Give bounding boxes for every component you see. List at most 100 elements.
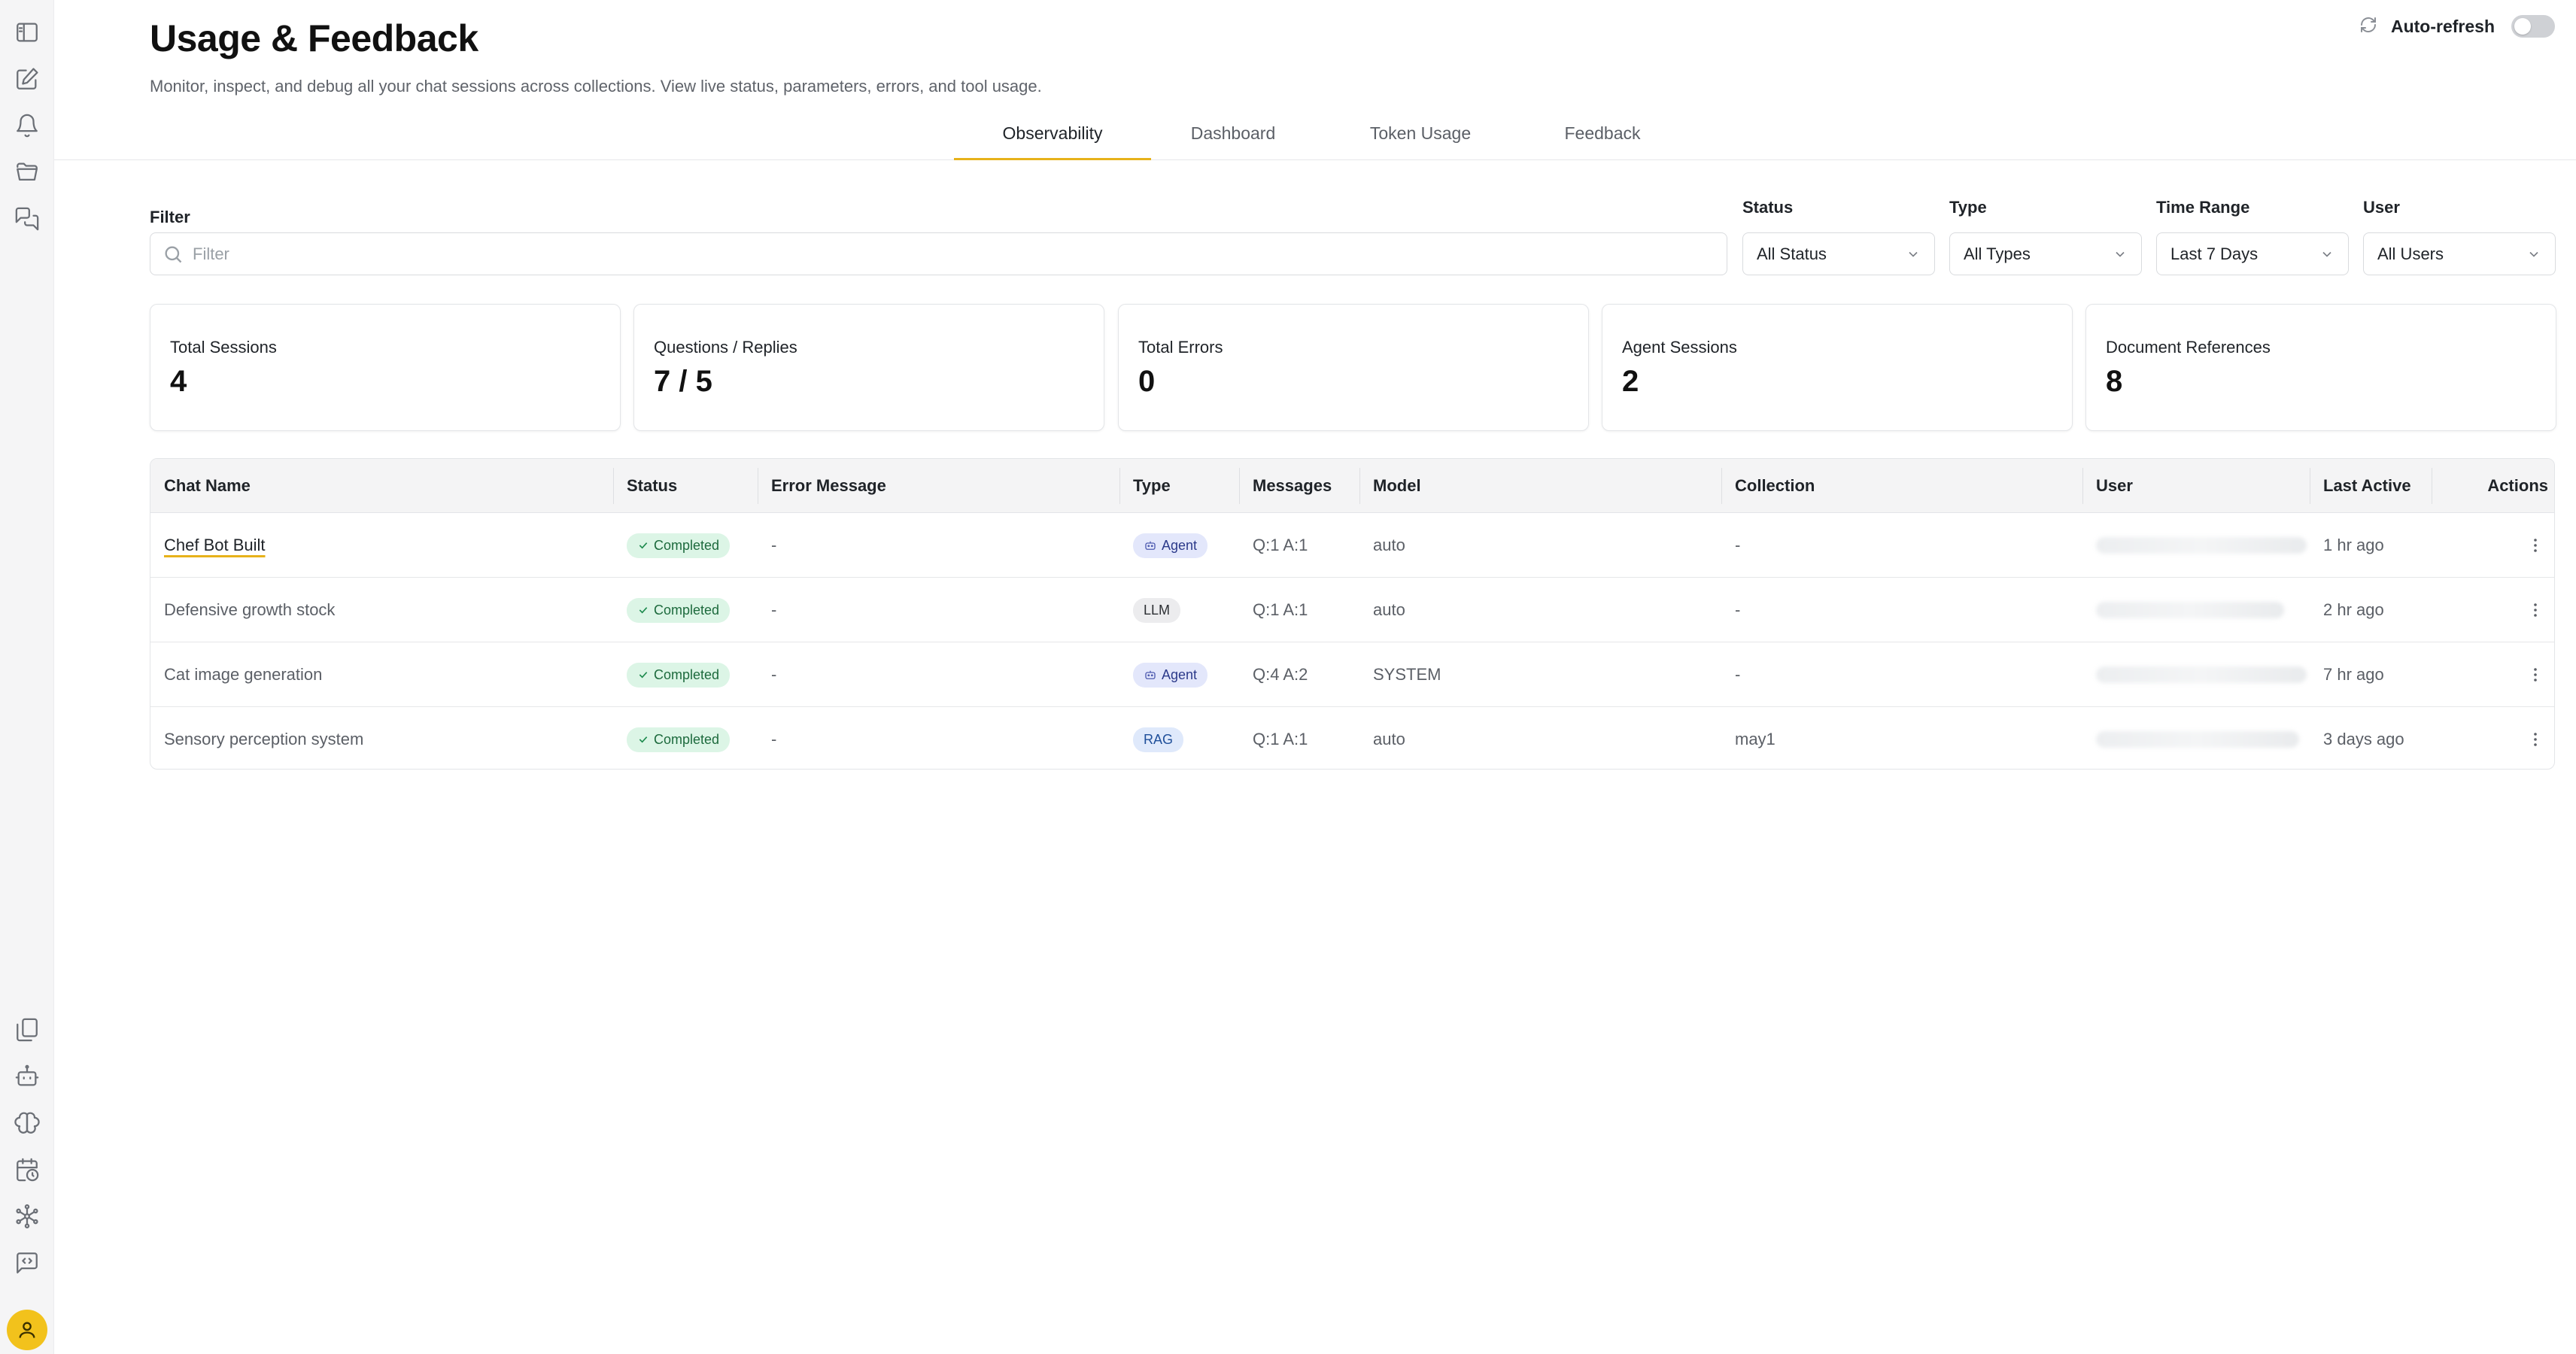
redacted-user	[2096, 602, 2284, 618]
auto-refresh-label: Auto-refresh	[2390, 16, 2495, 36]
code-message-icon[interactable]	[9, 1245, 45, 1281]
status-badge-label: Completed	[654, 731, 720, 747]
documents-icon[interactable]	[9, 1012, 45, 1048]
more-actions-icon[interactable]	[2513, 707, 2544, 769]
stat-value: 2	[1622, 365, 1639, 398]
type-badge-label: Agent	[1162, 537, 1198, 553]
column-header-status[interactable]: Status	[613, 459, 677, 513]
time-range-filter-label: Time Range	[2156, 198, 2250, 217]
column-header-collection[interactable]: Collection	[1721, 459, 1815, 513]
tab-dashboard[interactable]: Dashboard	[1151, 123, 1315, 160]
status-badge: Completed	[627, 727, 731, 752]
collection-cell: -	[1735, 600, 1741, 619]
calendar-clock-icon[interactable]	[9, 1152, 45, 1188]
chat-name[interactable]: Sensory perception system	[164, 730, 363, 749]
collection-cell: -	[1735, 665, 1741, 684]
stat-label: Total Errors	[1138, 338, 1223, 357]
messages-cell: Q:4 A:2	[1253, 665, 1308, 684]
stat-label: Total Sessions	[170, 338, 277, 357]
time-range-select-value: Last 7 Days	[2170, 244, 2259, 263]
table-row[interactable]: Defensive growth stock Completed - LLM Q…	[150, 578, 2554, 642]
sidebar-toggle-icon[interactable]	[9, 14, 45, 50]
status-select-value: All Status	[1757, 244, 1827, 263]
column-header-error-message[interactable]: Error Message	[758, 459, 886, 513]
type-badge-label: Agent	[1162, 666, 1198, 682]
column-header-messages[interactable]: Messages	[1239, 459, 1332, 513]
user-select[interactable]: All Users	[2363, 232, 2556, 275]
table-row[interactable]: Cat image generation Completed - Agent Q…	[150, 642, 2554, 707]
network-icon[interactable]	[9, 1198, 45, 1234]
stat-card-document-references: Document References 8	[2085, 304, 2556, 431]
robot-icon	[1145, 541, 1156, 550]
stat-card-questions-replies: Questions / Replies 7 / 5	[633, 304, 1104, 431]
bell-icon[interactable]	[9, 108, 45, 144]
filter-input[interactable]	[193, 244, 1622, 264]
type-select[interactable]: All Types	[1949, 232, 2142, 275]
model-cell: auto	[1373, 730, 1405, 748]
stat-card-total-sessions: Total Sessions 4	[150, 304, 621, 431]
stat-label: Agent Sessions	[1622, 338, 1737, 357]
chat-name[interactable]: Cat image generation	[164, 665, 322, 685]
left-sidebar	[0, 0, 54, 1354]
check-icon	[639, 736, 648, 743]
chevron-down-icon	[1909, 251, 1918, 257]
redacted-user	[2096, 666, 2307, 683]
last-active-cell: 2 hr ago	[2323, 600, 2384, 619]
last-active-cell: 7 hr ago	[2323, 665, 2384, 684]
refresh-icon[interactable]	[2359, 16, 2377, 38]
column-header-chat-name[interactable]: Chat Name	[150, 459, 251, 513]
chat-name-link[interactable]: Chef Bot Built	[164, 536, 266, 555]
stat-label: Document References	[2106, 338, 2271, 357]
messages-cell: Q:1 A:1	[1253, 600, 1308, 619]
model-cell: auto	[1373, 600, 1405, 619]
toggle-knob	[2514, 18, 2531, 35]
tab-feedback[interactable]: Feedback	[1526, 123, 1679, 160]
status-select[interactable]: All Status	[1742, 232, 1935, 275]
filter-label: Filter	[150, 208, 190, 226]
folder-icon[interactable]	[9, 154, 45, 190]
stat-card-total-errors: Total Errors 0	[1118, 304, 1589, 431]
robot-icon	[1145, 670, 1156, 679]
more-actions-icon[interactable]	[2513, 513, 2544, 578]
table-header: Chat Name Status Error Message Type Mess…	[150, 459, 2554, 513]
column-header-model[interactable]: Model	[1359, 459, 1421, 513]
sessions-table: Chat Name Status Error Message Type Mess…	[150, 458, 2555, 770]
chat-bubbles-icon[interactable]	[9, 201, 45, 237]
check-icon	[639, 542, 648, 549]
column-header-last-active[interactable]: Last Active	[2310, 459, 2411, 513]
column-header-type[interactable]: Type	[1119, 459, 1171, 513]
status-filter-label: Status	[1742, 198, 1794, 217]
stat-label: Questions / Replies	[654, 338, 797, 357]
table-row[interactable]: Chef Bot Built Completed - Agent Q:1 A:1…	[150, 513, 2554, 578]
filter-search-box	[150, 232, 1727, 275]
time-range-select[interactable]: Last 7 Days	[2156, 232, 2349, 275]
more-actions-icon[interactable]	[2513, 578, 2544, 642]
tab-observability[interactable]: Observability	[954, 123, 1151, 160]
check-icon	[639, 672, 648, 679]
auto-refresh-toggle[interactable]	[2511, 15, 2555, 38]
robot-icon[interactable]	[9, 1058, 45, 1094]
model-cell: auto	[1373, 536, 1405, 554]
error-message-cell: -	[771, 665, 777, 684]
type-select-value: All Types	[1964, 244, 2031, 263]
type-badge: RAG	[1133, 727, 1184, 752]
chat-name[interactable]: Defensive growth stock	[164, 600, 335, 620]
stat-card-agent-sessions: Agent Sessions 2	[1602, 304, 2073, 431]
tab-token-usage[interactable]: Token Usage	[1315, 123, 1526, 160]
user-avatar[interactable]	[7, 1310, 47, 1350]
redacted-user	[2096, 731, 2299, 748]
column-header-actions: Actions	[2487, 476, 2548, 495]
edit-icon[interactable]	[9, 61, 45, 97]
table-row[interactable]: Sensory perception system Completed - RA…	[150, 707, 2554, 769]
status-badge-label: Completed	[654, 537, 720, 553]
more-actions-icon[interactable]	[2513, 642, 2544, 707]
status-badge: Completed	[627, 662, 731, 688]
stat-value: 4	[170, 365, 187, 398]
type-badge: Agent	[1133, 533, 1208, 558]
column-header-user[interactable]: User	[2082, 459, 2133, 513]
model-cell: SYSTEM	[1373, 665, 1441, 684]
stat-value: 0	[1138, 365, 1156, 398]
brain-icon[interactable]	[9, 1105, 45, 1141]
collection-cell: may1	[1735, 730, 1776, 748]
collection-cell: -	[1735, 536, 1741, 554]
